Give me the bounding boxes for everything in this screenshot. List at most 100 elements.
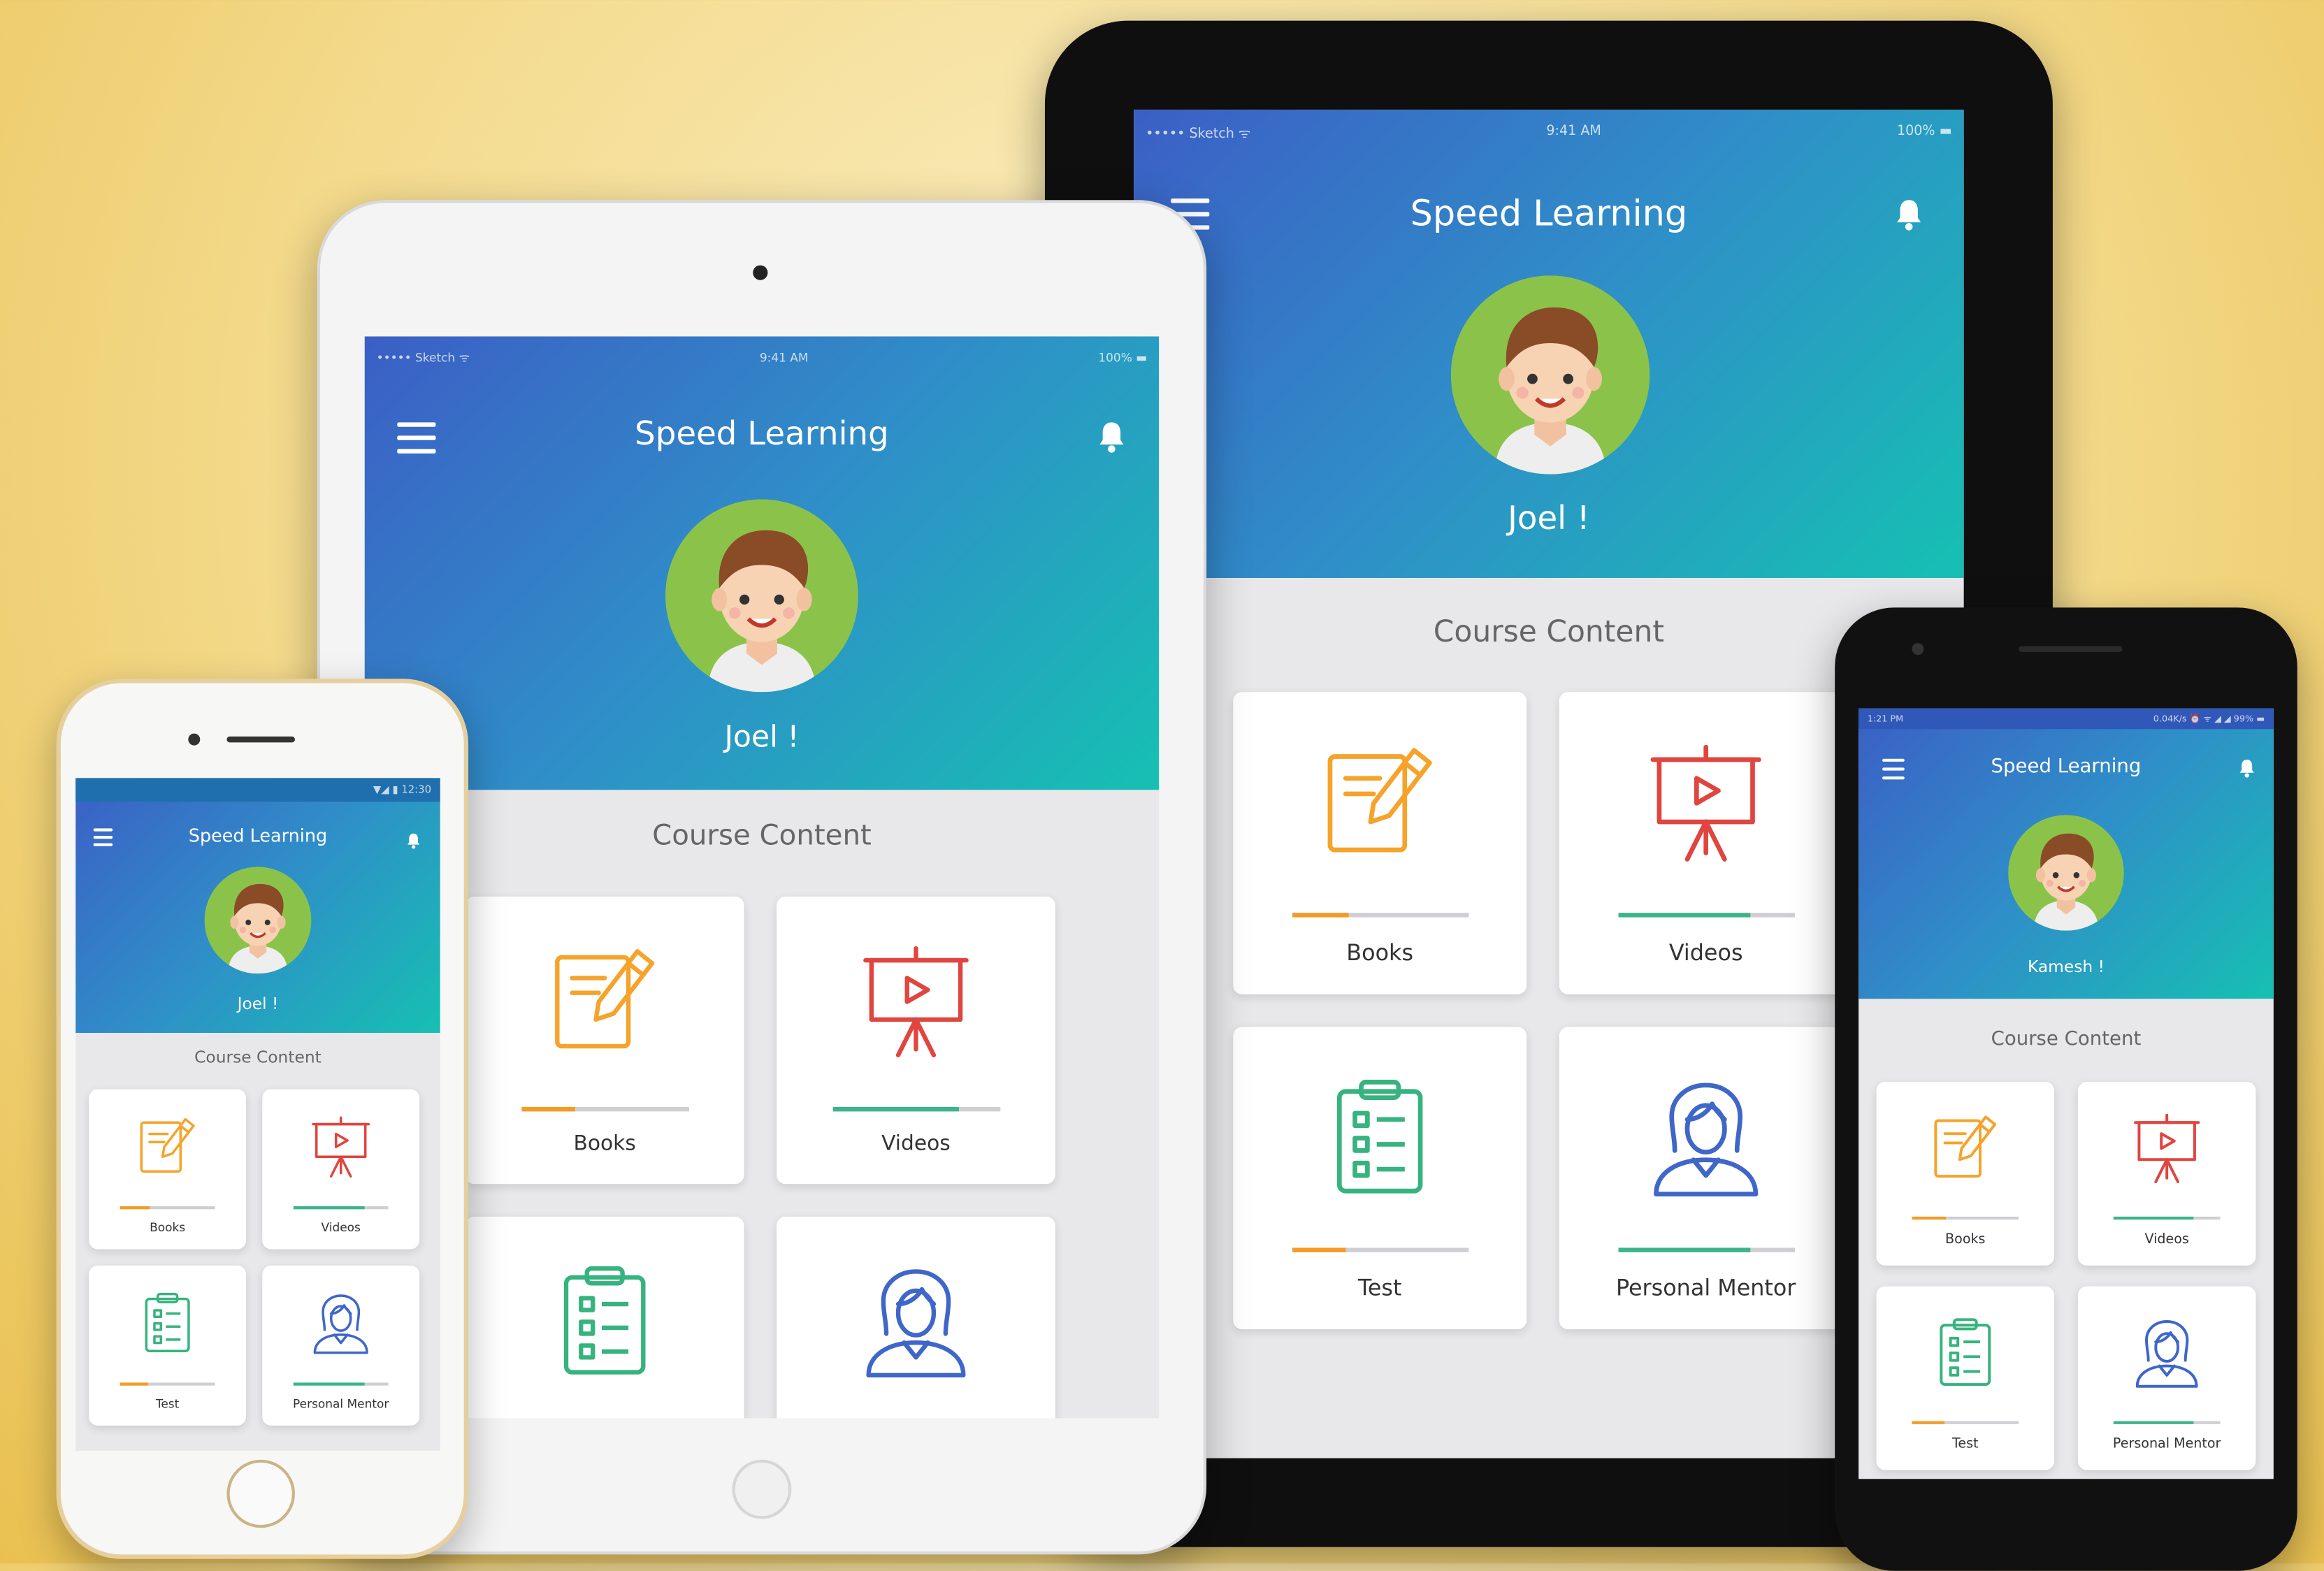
notebook-pencil-icon — [1928, 1111, 2002, 1185]
app-header: 1:21 PM 0.04K/s ⏰ ᯤ ◢ ◢ 99% ▬ Speed Lear… — [1859, 708, 2274, 999]
progress-bar — [1912, 1216, 2019, 1220]
notebook-pencil-icon — [135, 1115, 200, 1180]
front-camera — [188, 733, 201, 746]
woman-mentor-icon — [2130, 1316, 2204, 1390]
progress-bar — [1618, 913, 1795, 918]
avatar — [2008, 815, 2124, 931]
course-card-test[interactable]: Test — [465, 1216, 744, 1419]
status-battery: 100% ▬ — [1098, 350, 1148, 364]
status-battery: 100% ▬ — [1896, 124, 1952, 140]
progress-fill — [293, 1206, 365, 1210]
course-label: Personal Mentor — [1615, 1274, 1796, 1301]
app-header: ••••• Sketch ᯤ 9:41 AM 100% ▬ Speed Lear… — [1134, 109, 1964, 578]
course-card-test[interactable]: Test — [1876, 1286, 2055, 1470]
user-greeting: Joel ! — [724, 718, 800, 755]
notification-bell-icon[interactable] — [1097, 421, 1126, 454]
progress-bar — [120, 1206, 215, 1210]
course-card-test[interactable]: Test — [89, 1265, 247, 1426]
course-card-books[interactable]: Books — [89, 1089, 247, 1250]
user-greeting: Kamesh ! — [2027, 957, 2105, 977]
status-time: 9:41 AM — [1546, 124, 1601, 140]
notebook-pencil-icon — [545, 943, 664, 1062]
progress-bar — [832, 1107, 1001, 1112]
section-title: Course Content — [194, 1048, 322, 1067]
front-camera — [753, 265, 768, 280]
progress-fill — [1912, 1421, 1944, 1424]
course-label: Books — [150, 1221, 186, 1235]
clipboard-checklist-icon — [545, 1263, 664, 1382]
status-bar: 1:21 PM 0.04K/s ⏰ ᯤ ◢ ◢ 99% ▬ — [1859, 708, 2274, 730]
course-label: Personal Mentor — [293, 1397, 389, 1411]
progress-bar — [293, 1382, 389, 1386]
avatar — [665, 499, 858, 693]
user-greeting: Joel ! — [237, 994, 279, 1014]
progress-bar — [1618, 1247, 1795, 1252]
course-card-personal-mentor[interactable]: Personal Mentor — [262, 1265, 420, 1426]
course-label: Videos — [2144, 1233, 2189, 1248]
course-card-videos[interactable]: Videos — [1559, 692, 1853, 994]
course-label: Videos — [1668, 939, 1743, 967]
progress-bar — [293, 1206, 389, 1210]
progress-bar — [1292, 1247, 1469, 1252]
user-greeting: Joel ! — [1508, 500, 1590, 538]
progress-fill — [1292, 1247, 1345, 1252]
earpiece — [226, 736, 295, 743]
course-card-books[interactable]: Books — [1876, 1081, 2055, 1266]
course-label: Videos — [321, 1221, 361, 1235]
home-button[interactable] — [732, 1459, 792, 1519]
progress-fill — [2113, 1216, 2194, 1220]
progress-bar — [1292, 913, 1469, 918]
progress-bar — [120, 1382, 215, 1386]
progress-fill — [832, 1107, 959, 1112]
app-title: Speed Learning — [1991, 755, 2142, 779]
course-label: Test — [155, 1397, 180, 1411]
notebook-pencil-icon — [1318, 741, 1442, 865]
course-label: Personal Mentor — [2112, 1437, 2221, 1453]
course-label: Videos — [881, 1132, 951, 1156]
course-card-books[interactable]: Books — [1233, 692, 1527, 994]
avatar — [204, 867, 312, 974]
course-card-personal-mentor[interactable]: Personal Mentor — [777, 1216, 1055, 1419]
course-label: Books — [573, 1132, 636, 1156]
notification-bell-icon[interactable] — [2238, 755, 2256, 778]
course-card-personal-mentor[interactable]: Personal Mentor — [1559, 1027, 1853, 1330]
progress-fill — [2113, 1421, 2194, 1424]
status-bar: ••••• Sketch ᯤ 9:41 AM 100% ▬ — [365, 336, 1160, 377]
course-label: Books — [1945, 1233, 1986, 1248]
notification-bell-icon[interactable] — [1894, 198, 1924, 231]
section-title: Course Content — [1991, 1028, 2142, 1051]
progress-fill — [1618, 1247, 1751, 1252]
presentation-board-icon — [2130, 1111, 2204, 1185]
progress-fill — [120, 1206, 151, 1210]
progress-fill — [521, 1107, 576, 1112]
notification-bell-icon[interactable] — [406, 827, 421, 849]
android-screen: 1:21 PM 0.04K/s ⏰ ᯤ ◢ ◢ 99% ▬ Speed Lear… — [1859, 708, 2274, 1479]
android-phone-black: 1:21 PM 0.04K/s ⏰ ᯤ ◢ ◢ 99% ▬ Speed Lear… — [1835, 607, 2297, 1571]
app-header: ▼◢ ▮ 12:30 Speed Learning Joel ! — [75, 778, 440, 1033]
progress-fill — [120, 1382, 149, 1386]
status-time: 1:21 PM — [1867, 714, 1904, 724]
avatar — [1450, 275, 1650, 475]
progress-bar — [2113, 1216, 2221, 1220]
course-card-videos[interactable]: Videos — [777, 896, 1055, 1185]
status-icons: 0.04K/s ⏰ ᯤ ◢ ◢ 99% ▬ — [2153, 714, 2265, 725]
clipboard-checklist-icon — [1318, 1076, 1442, 1200]
clipboard-checklist-icon — [1928, 1316, 2002, 1390]
course-card-videos[interactable]: Videos — [262, 1089, 420, 1250]
ipad-white-screen: ••••• Sketch ᯤ 9:41 AM 100% ▬ Speed Lear… — [364, 336, 1160, 1419]
course-card-books[interactable]: Books — [465, 896, 744, 1185]
progress-fill — [1912, 1216, 1947, 1220]
presentation-board-icon — [308, 1115, 373, 1180]
app-title: Speed Learning — [1410, 192, 1688, 235]
status-carrier: ••••• Sketch ᯤ — [1146, 126, 1251, 142]
progress-bar — [521, 1107, 690, 1112]
course-card-test[interactable]: Test — [1233, 1027, 1527, 1330]
home-button[interactable] — [226, 1459, 295, 1528]
iphone-screen: ▼◢ ▮ 12:30 Speed Learning Joel ! Course … — [75, 778, 440, 1451]
course-card-videos[interactable]: Videos — [2077, 1081, 2256, 1266]
course-card-personal-mentor[interactable]: Personal Mentor — [2077, 1286, 2256, 1470]
woman-mentor-icon — [1644, 1076, 1768, 1200]
status-bar: ••••• Sketch ᯤ 9:41 AM 100% ▬ — [1134, 110, 1963, 154]
section-title: Course Content — [652, 819, 872, 853]
progress-fill — [293, 1382, 365, 1386]
